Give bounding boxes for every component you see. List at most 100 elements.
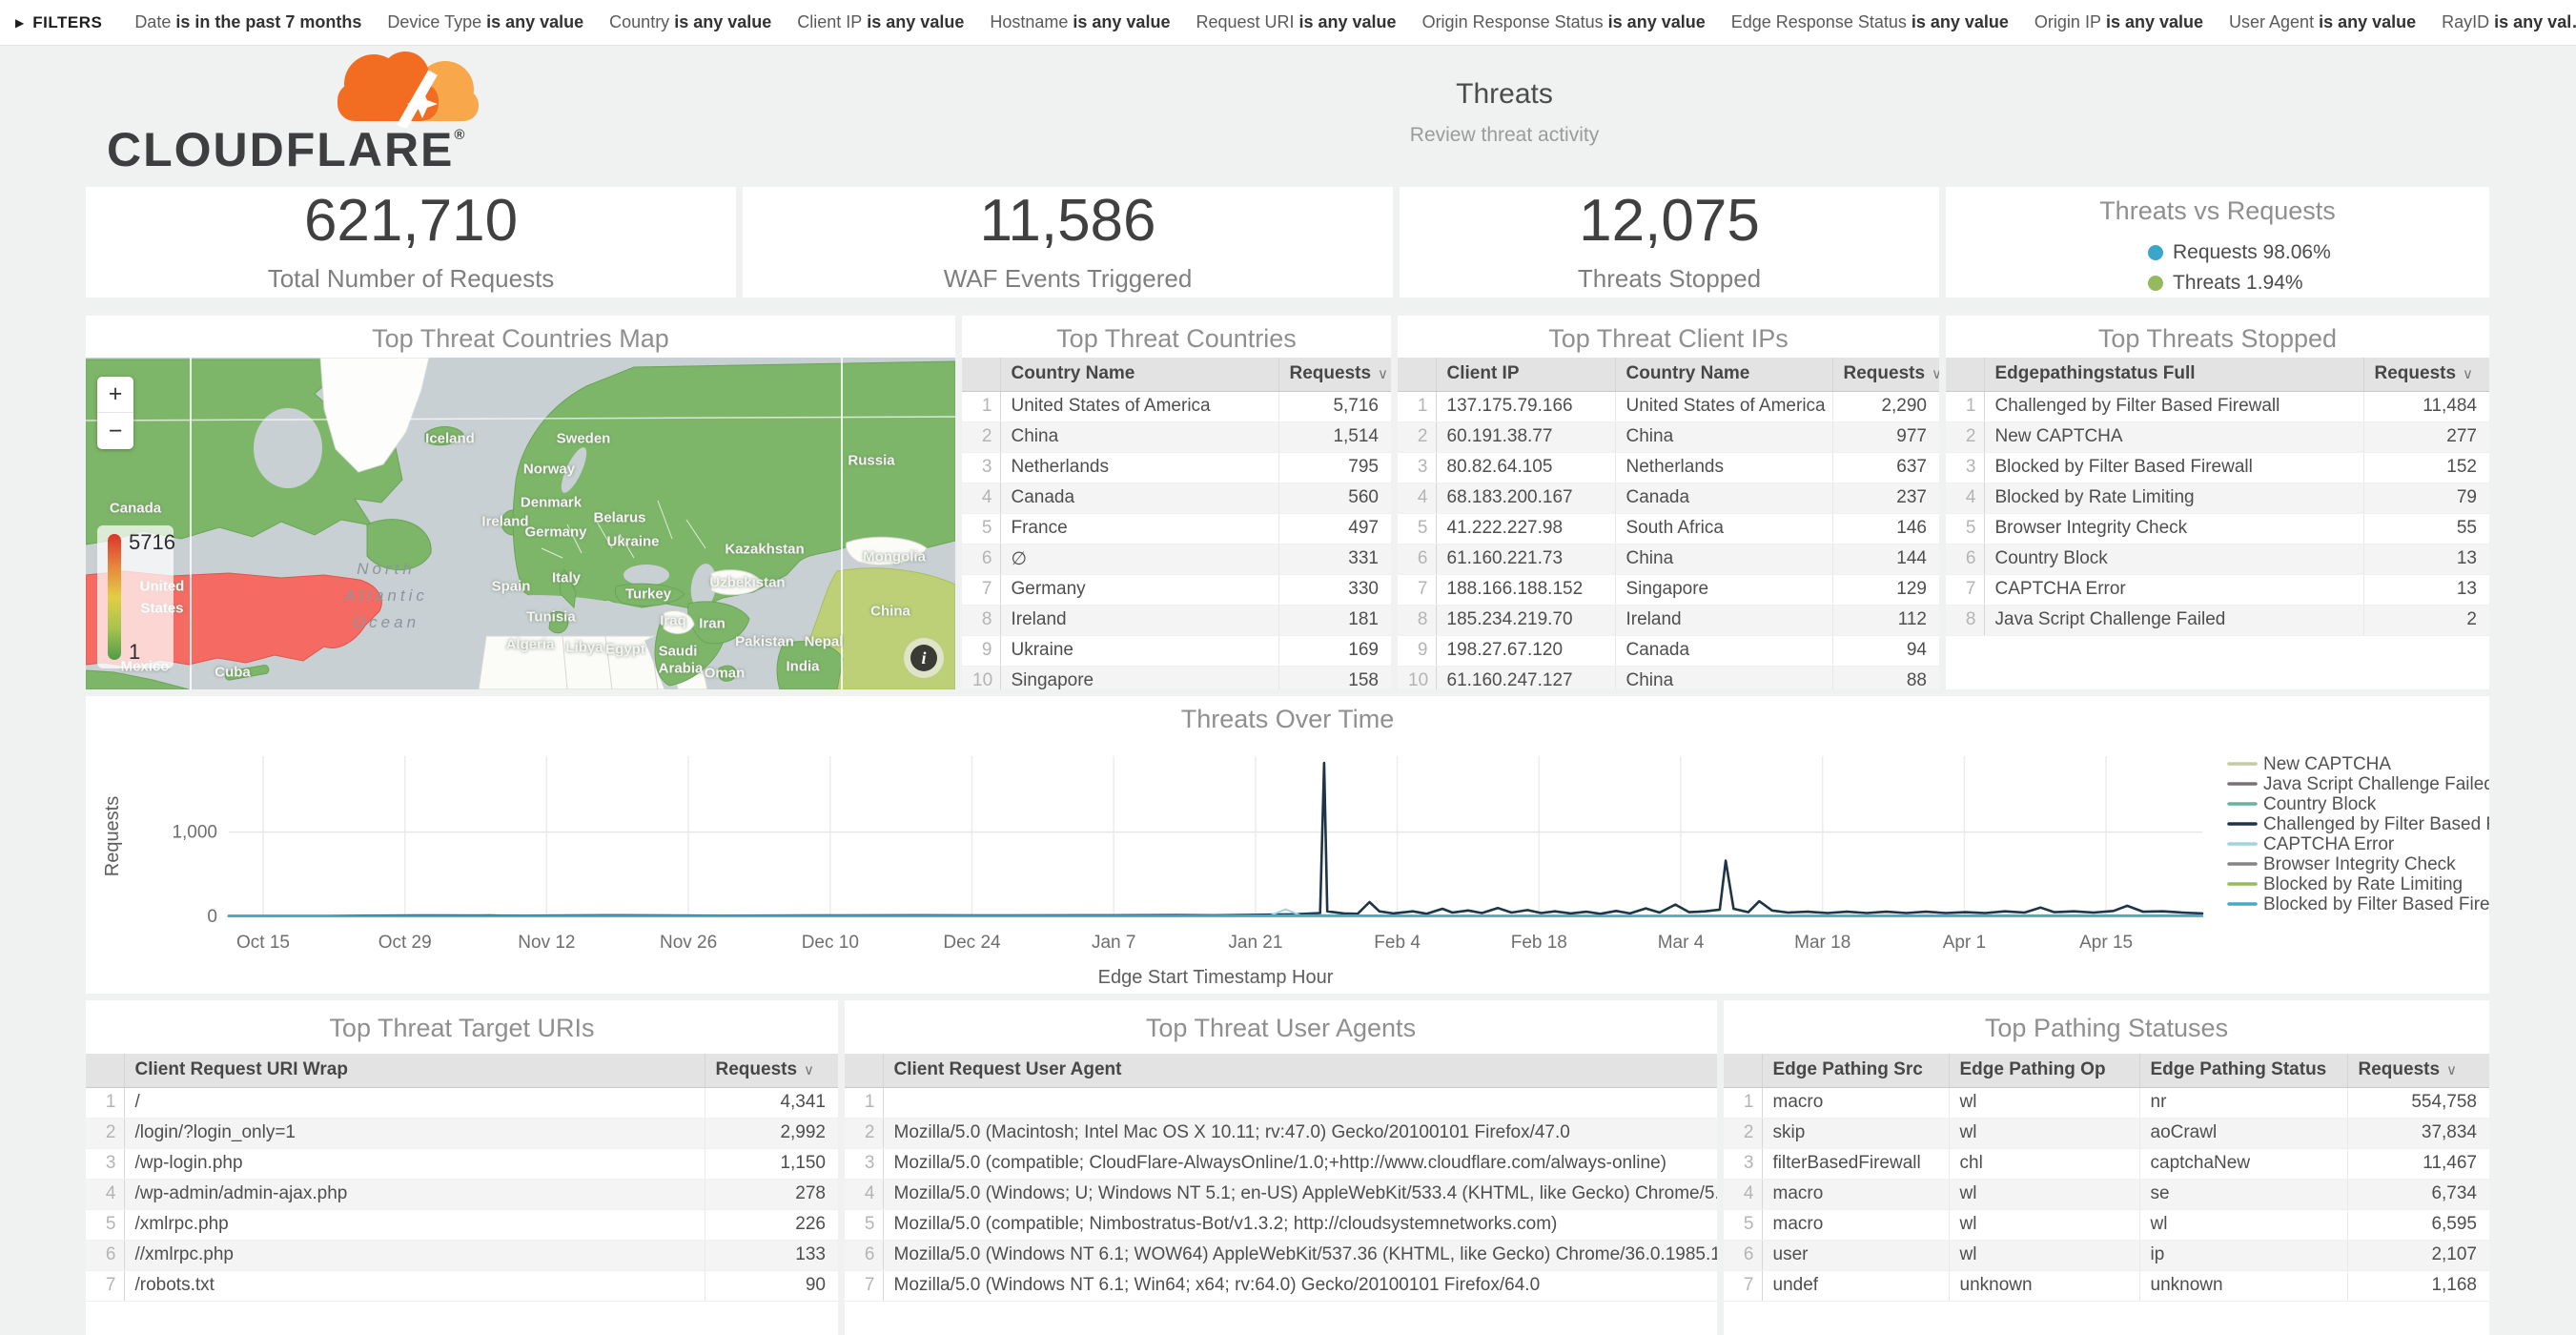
table-row[interactable]: 3Netherlands795	[962, 452, 1391, 483]
table-row[interactable]: 2skipwlaoCrawl37,834	[1724, 1118, 2489, 1148]
column-header-edgepathingstatus-full[interactable]: Edgepathingstatus Full	[1984, 358, 2363, 391]
table-row[interactable]: 1United States of America5,716	[962, 391, 1391, 421]
table-row[interactable]: 6Mozilla/5.0 (Windows NT 6.1; WOW64) App…	[845, 1240, 1717, 1270]
table-row[interactable]: 661.160.221.73China144	[1398, 544, 1939, 574]
column-header-requests[interactable]: Requests∨	[1832, 358, 1939, 391]
table-row[interactable]: 1061.160.247.127China88	[1398, 666, 1939, 689]
table-row[interactable]: 3/wp-login.php1,150	[86, 1148, 838, 1179]
legend-item-browser-integrity-check[interactable]: Browser Integrity Check	[2229, 854, 2456, 874]
table-row[interactable]: 260.191.38.77China977	[1398, 421, 1939, 452]
table-row[interactable]: 1Challenged by Filter Based Firewall11,4…	[1946, 391, 2489, 421]
table-row[interactable]: 5Browser Integrity Check55	[1946, 513, 2489, 544]
table-row[interactable]: 3filterBasedFirewallchlcaptchaNew11,467	[1724, 1148, 2489, 1179]
cell: captchaNew	[2139, 1148, 2347, 1179]
table-row[interactable]: 10Singapore158	[962, 666, 1391, 689]
filter-bar: ▶ FILTERS Dateis in the past 7 months Dev…	[0, 0, 2576, 46]
legend-item-blocked-by-filter-based-firewall[interactable]: Blocked by Filter Based Firewall	[2229, 894, 2489, 914]
filter-condition: is any val…	[2494, 12, 2576, 31]
threats-over-time-chart[interactable]: Oct 15Oct 29Nov 12Nov 26Dec 10Dec 24Jan …	[86, 738, 2489, 994]
legend-item-new-captcha[interactable]: New CAPTCHA	[2229, 754, 2391, 774]
filter-item-country[interactable]: Countryis any value	[609, 12, 771, 31]
filter-item-hostname[interactable]: Hostnameis any value	[990, 12, 1170, 31]
table-row[interactable]: 3Blocked by Filter Based Firewall152	[1946, 452, 2489, 483]
cell: Canada	[1615, 635, 1832, 666]
filter-item-date[interactable]: Dateis in the past 7 months	[134, 12, 361, 31]
zoom-in-button[interactable]: +	[97, 377, 133, 413]
column-header-requests[interactable]: Requests∨	[2347, 1054, 2489, 1087]
table-row[interactable]: 380.82.64.105Netherlands637	[1398, 452, 1939, 483]
legend-item-captcha-error[interactable]: CAPTCHA Error	[2229, 834, 2395, 854]
table-row[interactable]: 2China1,514	[962, 421, 1391, 452]
table-row[interactable]: 1137.175.79.166United States of America2…	[1398, 391, 1939, 421]
table-row[interactable]: 8Java Script Challenge Failed2	[1946, 605, 2489, 635]
table-row[interactable]: 4Canada560	[962, 483, 1391, 513]
legend-max-value: 5716	[129, 530, 175, 555]
filters-toggle[interactable]: ▶ FILTERS	[15, 13, 102, 32]
legend-item-blocked-by-rate-limiting[interactable]: Blocked by Rate Limiting	[2229, 874, 2463, 894]
table-row[interactable]: 6Country Block13	[1946, 544, 2489, 574]
filter-item-origin-ip[interactable]: Origin IPis any value	[2034, 12, 2203, 31]
filter-item-rayid[interactable]: RayIDis any val…	[2442, 12, 2576, 31]
column-header-requests[interactable]: Requests∨	[705, 1054, 838, 1087]
filter-item-edge-response-status[interactable]: Edge Response Statusis any value	[1731, 12, 2009, 31]
table-row[interactable]: 6//xmlrpc.php133	[86, 1240, 838, 1270]
table-row[interactable]: 4Mozilla/5.0 (Windows; U; Windows NT 5.1…	[845, 1179, 1717, 1209]
table-row[interactable]: 7Mozilla/5.0 (Windows NT 6.1; Win64; x64…	[845, 1270, 1717, 1301]
filter-item-client-ip[interactable]: Client IPis any value	[797, 12, 964, 31]
row-number: 5	[1724, 1209, 1762, 1240]
filter-item-device-type[interactable]: Device Typeis any value	[387, 12, 583, 31]
legend-item-requests[interactable]: Requests 98.06%	[2148, 241, 2489, 264]
table-row[interactable]: 1/4,341	[86, 1087, 838, 1118]
legend-item-challenged-by-filter-based-firewall[interactable]: Challenged by Filter Based Firewall	[2229, 814, 2489, 834]
table-row[interactable]: 5Mozilla/5.0 (compatible; Nimbostratus-B…	[845, 1209, 1717, 1240]
column-header-country-name[interactable]: Country Name	[1615, 358, 1832, 391]
column-header-country-name[interactable]: Country Name	[1000, 358, 1278, 391]
table-row[interactable]: 6userwlip2,107	[1724, 1240, 2489, 1270]
table-row[interactable]: 8185.234.219.70Ireland112	[1398, 605, 1939, 635]
table-row[interactable]: 7Germany330	[962, 574, 1391, 605]
table-row[interactable]: 5France497	[962, 513, 1391, 544]
table-row[interactable]: 7188.166.188.152Singapore129	[1398, 574, 1939, 605]
table-row[interactable]: 2Mozilla/5.0 (Macintosh; Intel Mac OS X …	[845, 1118, 1717, 1148]
table-row[interactable]: 2New CAPTCHA277	[1946, 421, 2489, 452]
table-row[interactable]: 1	[845, 1087, 1717, 1118]
column-header-client-request-user-agent[interactable]: Client Request User Agent	[883, 1054, 1717, 1087]
table-row[interactable]: 3Mozilla/5.0 (compatible; CloudFlare-Alw…	[845, 1148, 1717, 1179]
filter-item-request-uri[interactable]: Request URIis any value	[1196, 12, 1396, 31]
table-row[interactable]: 4/wp-admin/admin-ajax.php278	[86, 1179, 838, 1209]
table-row[interactable]: 2/login/?login_only=12,992	[86, 1118, 838, 1148]
legend-item-java-script-challenge-failed[interactable]: Java Script Challenge Failed	[2229, 774, 2489, 794]
column-header-requests[interactable]: Requests∨	[1278, 358, 1391, 391]
zoom-out-button[interactable]: −	[97, 413, 133, 449]
table-row[interactable]: 9198.27.67.120Canada94	[1398, 635, 1939, 666]
table-row[interactable]: 541.222.227.98South Africa146	[1398, 513, 1939, 544]
table-row[interactable]: 7undefunknownunknown1,168	[1724, 1270, 2489, 1301]
table-row[interactable]: 468.183.200.167Canada237	[1398, 483, 1939, 513]
filter-item-origin-response-status[interactable]: Origin Response Statusis any value	[1422, 12, 1706, 31]
column-header-edge-pathing-src[interactable]: Edge Pathing Src	[1762, 1054, 1949, 1087]
map-info-button[interactable]: i	[904, 638, 944, 678]
column-header-client-ip[interactable]: Client IP	[1436, 358, 1615, 391]
table-row[interactable]: 1macrowlnr554,758	[1724, 1087, 2489, 1118]
data-table: Edge Pathing SrcEdge Pathing OpEdge Path…	[1724, 1054, 2489, 1302]
table-row[interactable]: 8Ireland181	[962, 605, 1391, 635]
table-row[interactable]: 9Ukraine169	[962, 635, 1391, 666]
cell: ip	[2139, 1240, 2347, 1270]
table-row[interactable]: 4Blocked by Rate Limiting79	[1946, 483, 2489, 513]
column-header-edge-pathing-op[interactable]: Edge Pathing Op	[1949, 1054, 2139, 1087]
table-row[interactable]: 7/robots.txt90	[86, 1270, 838, 1301]
page-subtitle: Review threat activity	[1410, 124, 1599, 147]
filter-item-user-agent[interactable]: User Agentis any value	[2229, 12, 2416, 31]
legend-item-threats[interactable]: Threats 1.94%	[2148, 272, 2489, 295]
column-header-requests[interactable]: Requests∨	[2363, 358, 2489, 391]
table-row[interactable]: 5/xmlrpc.php226	[86, 1209, 838, 1240]
table-row[interactable]: 6∅331	[962, 544, 1391, 574]
row-number: 2	[1946, 421, 1984, 452]
legend-item-country-block[interactable]: Country Block	[2229, 794, 2377, 814]
table-row[interactable]: 7CAPTCHA Error13	[1946, 574, 2489, 605]
world-map[interactable]: CanadaUnitedStatesMexicoCubaIcelandIrela…	[86, 358, 955, 689]
table-row[interactable]: 5macrowlwl6,595	[1724, 1209, 2489, 1240]
column-header-client-request-uri-wrap[interactable]: Client Request URI Wrap	[124, 1054, 705, 1087]
column-header-edge-pathing-status[interactable]: Edge Pathing Status	[2139, 1054, 2347, 1087]
table-row[interactable]: 4macrowlse6,734	[1724, 1179, 2489, 1209]
